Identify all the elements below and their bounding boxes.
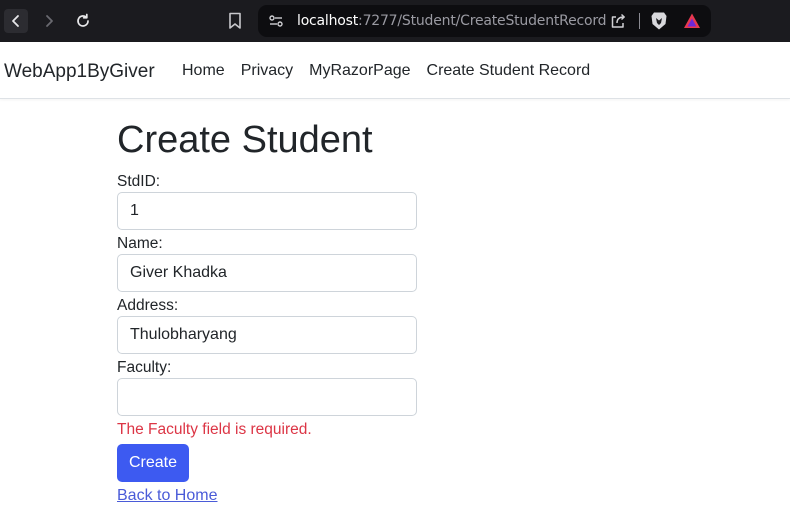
url-text[interactable]: localhost:7277/Student/CreateStudentReco… — [297, 13, 607, 29]
brave-rewards-icon[interactable] — [683, 12, 701, 30]
reload-icon — [77, 13, 89, 27]
back-button[interactable] — [4, 9, 28, 33]
address-input[interactable] — [117, 316, 417, 354]
forward-button[interactable] — [37, 9, 61, 33]
back-arrow-icon — [12, 15, 19, 27]
nav-link-home[interactable]: Home — [182, 61, 225, 81]
browser-toolbar: localhost:7277/Student/CreateStudentReco… — [0, 0, 790, 42]
stdid-label: StdID: — [117, 173, 161, 190]
page-title: Create Student — [117, 119, 373, 161]
nav-link-create-student-record[interactable]: Create Student Record — [427, 61, 591, 81]
nav-link-privacy[interactable]: Privacy — [241, 61, 293, 81]
forward-arrow-icon — [46, 15, 53, 27]
create-student-form: Create Student StdID: Name: Address: Fac… — [117, 118, 437, 507]
bookmark-button[interactable] — [225, 10, 245, 32]
share-icon[interactable] — [609, 12, 627, 30]
address-label: Address: — [117, 297, 179, 314]
url-path: :7277/Student/CreateStudentRecord — [358, 13, 607, 29]
site-settings-icon[interactable] — [268, 13, 284, 29]
nav-links: Home Privacy MyRazorPage Create Student … — [182, 61, 590, 81]
site-navbar: WebApp1ByGiver Home Privacy MyRazorPage … — [0, 42, 790, 99]
faculty-label: Faculty: — [117, 359, 172, 376]
stdid-input[interactable] — [117, 192, 417, 230]
address-bar[interactable]: localhost:7277/Student/CreateStudentReco… — [258, 5, 711, 37]
address-bar-divider — [639, 13, 640, 29]
name-label: Name: — [117, 235, 163, 252]
back-to-home-link[interactable]: Back to Home — [117, 485, 217, 507]
faculty-input[interactable] — [117, 378, 417, 416]
faculty-validation-error: The Faculty field is required. — [117, 421, 312, 438]
brave-shields-icon[interactable] — [650, 11, 668, 31]
url-host: localhost — [297, 13, 359, 29]
name-input[interactable] — [117, 254, 417, 292]
bookmark-icon — [229, 12, 241, 29]
reload-button[interactable] — [71, 9, 95, 33]
nav-link-myrazorpage[interactable]: MyRazorPage — [309, 61, 410, 81]
navbar-brand[interactable]: WebApp1ByGiver — [4, 61, 155, 83]
create-button[interactable]: Create — [117, 444, 189, 482]
